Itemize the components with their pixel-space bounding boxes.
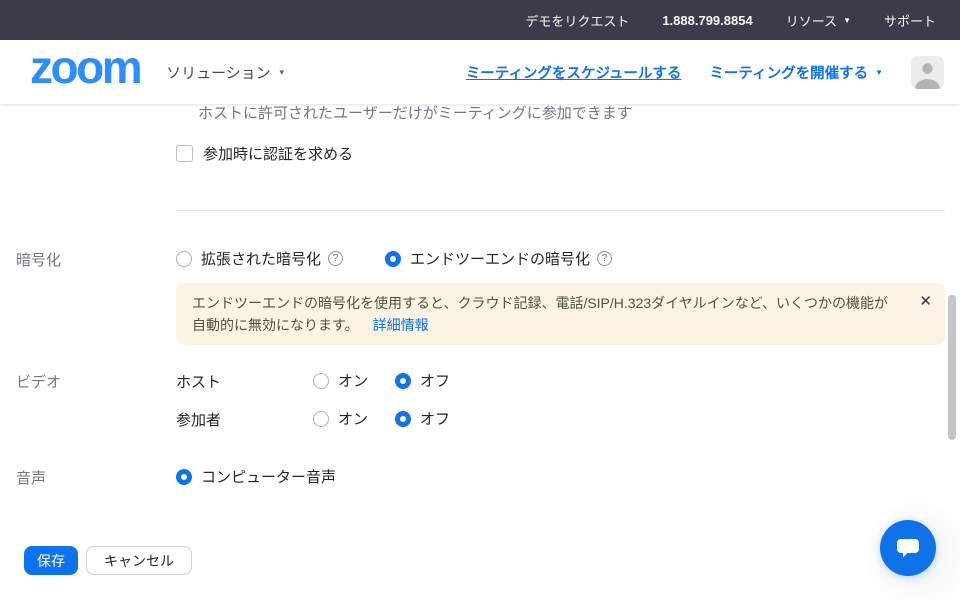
encryption-section-label: 暗号化 <box>16 249 61 270</box>
header-actions: ミーティングをスケジュールする ミーティングを開催する ▼ <box>466 56 944 89</box>
radio-unselected-icon[interactable] <box>176 251 192 267</box>
radio-selected-icon[interactable] <box>395 411 411 427</box>
video-host-on-option[interactable]: オン <box>313 370 368 391</box>
encryption-enhanced-option[interactable]: 拡張された暗号化 ? <box>176 248 343 269</box>
video-participant-row-label: 参加者 <box>176 409 221 430</box>
encryption-options: 拡張された暗号化 ? エンドツーエンドの暗号化 ? <box>176 248 612 269</box>
radio-unselected-icon[interactable] <box>313 411 329 427</box>
encryption-enhanced-label: 拡張された暗号化 <box>201 248 321 269</box>
e2e-warning-banner: エンドツーエンドの暗号化を使用すると、クラウド記録、電話/SIP/H.323ダイ… <box>176 283 945 345</box>
host-restriction-note: ホストに許可されたユーザーだけがミーティングに参加できます <box>198 102 632 123</box>
support-link[interactable]: サポート <box>884 11 936 30</box>
resources-label: リソース <box>786 11 837 30</box>
section-divider <box>176 210 945 211</box>
radio-selected-icon[interactable] <box>395 373 411 389</box>
request-demo-link[interactable]: デモをリクエスト <box>525 11 629 30</box>
solutions-menu[interactable]: ソリューション ▼ <box>166 62 286 83</box>
warning-text-line2: 自動的に無効になります。 <box>192 317 359 333</box>
user-silhouette-icon <box>911 56 944 89</box>
zoom-logo[interactable]: zoom <box>30 49 140 96</box>
video-participant-on-label: オン <box>338 408 368 429</box>
resources-menu[interactable]: リソース ▼ <box>786 11 851 30</box>
solutions-label: ソリューション <box>166 62 271 83</box>
cancel-button[interactable]: キャンセル <box>86 546 192 575</box>
help-icon[interactable]: ? <box>328 251 343 266</box>
require-auth-option[interactable]: 参加時に認証を求める <box>176 143 353 164</box>
topbar: デモをリクエスト 1.888.799.8854 リソース ▼ サポート <box>0 0 960 40</box>
chat-button[interactable] <box>880 520 936 576</box>
encryption-e2e-option[interactable]: エンドツーエンドの暗号化 ? <box>385 248 612 269</box>
chevron-down-icon: ▼ <box>875 69 883 77</box>
encryption-e2e-label: エンドツーエンドの暗号化 <box>410 248 590 269</box>
warning-text-line1: エンドツーエンドの暗号化を使用すると、クラウド記録、電話/SIP/H.323ダイ… <box>192 295 888 311</box>
audio-section-label: 音声 <box>16 467 46 488</box>
video-host-row-label: ホスト <box>176 371 221 392</box>
close-icon[interactable]: ✕ <box>919 294 932 309</box>
radio-selected-icon[interactable] <box>385 251 401 267</box>
computer-audio-label: コンピューター音声 <box>201 466 336 487</box>
chevron-down-icon: ▼ <box>843 17 851 25</box>
schedule-meeting-link[interactable]: ミーティングをスケジュールする <box>466 62 682 83</box>
chevron-down-icon: ▼ <box>278 69 286 77</box>
video-participant-on-option[interactable]: オン <box>313 408 368 429</box>
require-auth-label: 参加時に認証を求める <box>203 143 353 164</box>
video-host-off-label: オフ <box>420 370 450 391</box>
site-header: zoom ソリューション ▼ ミーティングをスケジュールする ミーティングを開催… <box>0 40 960 104</box>
host-meeting-label: ミーティングを開催する <box>709 62 868 83</box>
video-participant-off-option[interactable]: オフ <box>395 408 450 429</box>
video-section-label: ビデオ <box>16 371 61 392</box>
avatar[interactable] <box>911 56 944 89</box>
video-host-on-label: オン <box>338 370 368 391</box>
scrollbar[interactable] <box>948 295 956 440</box>
speech-bubble-icon <box>895 536 921 560</box>
radio-selected-icon[interactable] <box>176 469 192 485</box>
host-meeting-menu[interactable]: ミーティングを開催する ▼ <box>709 62 883 83</box>
save-button[interactable]: 保存 <box>24 546 78 575</box>
phone-number-link[interactable]: 1.888.799.8854 <box>662 13 752 28</box>
radio-unselected-icon[interactable] <box>313 373 329 389</box>
learn-more-link[interactable]: 詳細情報 <box>373 317 429 333</box>
video-host-off-option[interactable]: オフ <box>395 370 450 391</box>
video-participant-off-label: オフ <box>420 408 450 429</box>
computer-audio-option[interactable]: コンピューター音声 <box>176 466 336 487</box>
checkbox-unchecked-icon[interactable] <box>176 145 193 162</box>
help-icon[interactable]: ? <box>597 251 612 266</box>
